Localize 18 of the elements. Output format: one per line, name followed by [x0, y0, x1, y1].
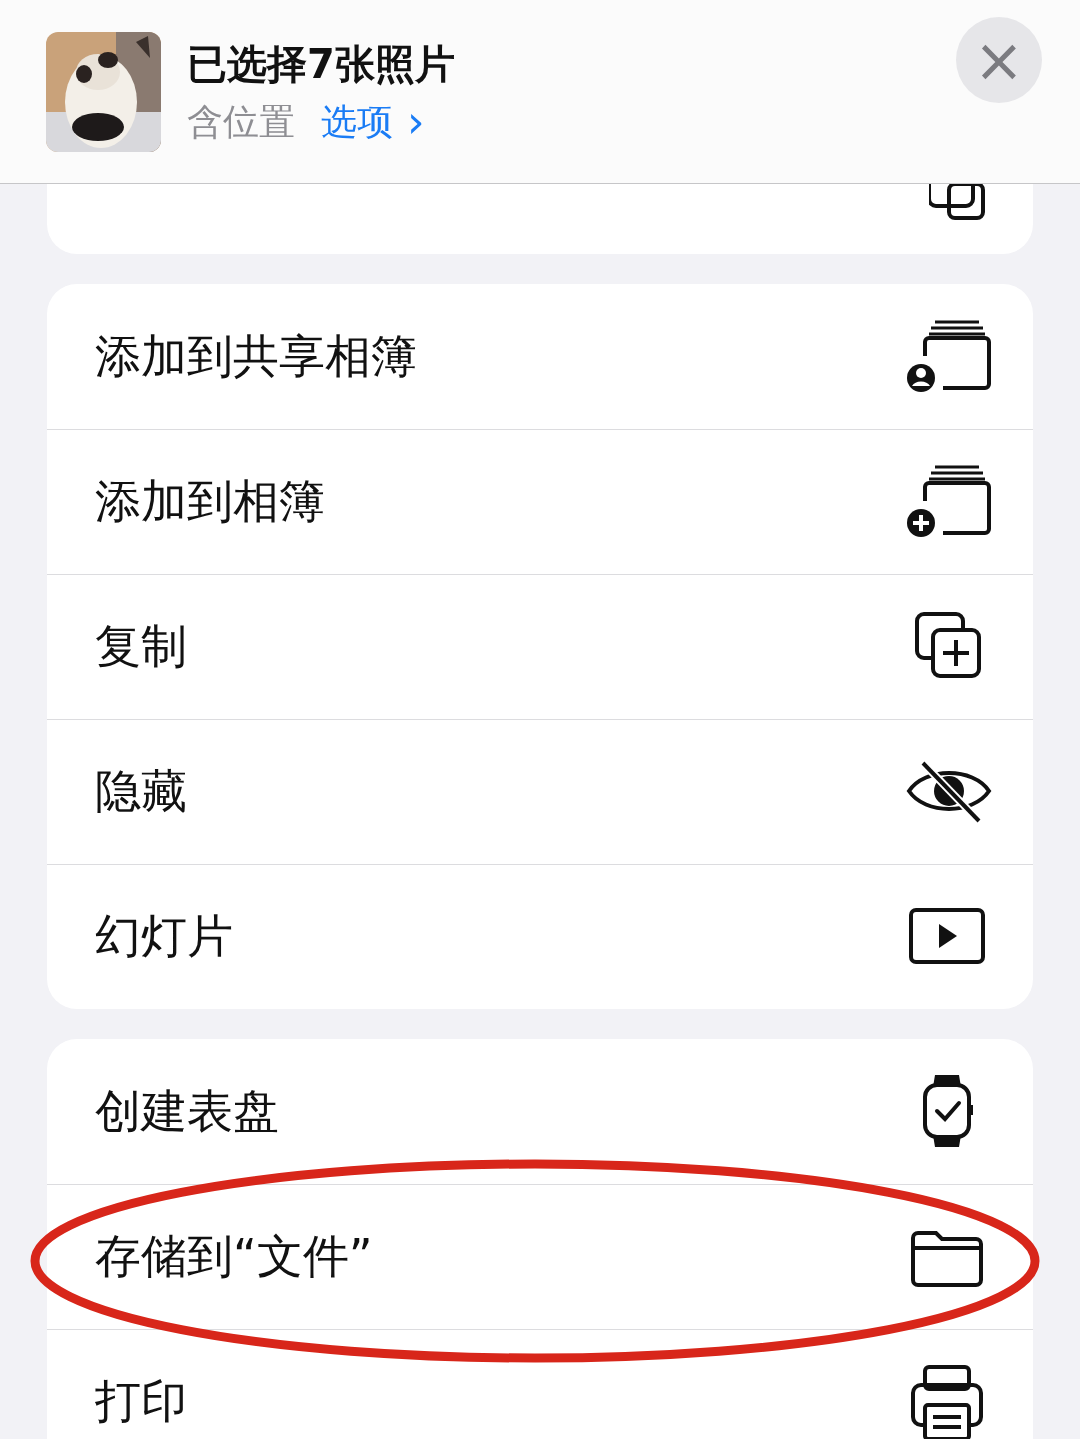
- location-note: 含位置: [187, 99, 295, 144]
- action-label: 添加到共享相簿: [95, 327, 417, 385]
- action-label: 幻灯片: [95, 908, 233, 965]
- action-row[interactable]: 隐藏: [47, 719, 1033, 864]
- options-link[interactable]: 选项 ›: [321, 97, 425, 147]
- action-row[interactable]: 添加到相簿: [47, 429, 1033, 574]
- action-row[interactable]: 创建表盘: [47, 1039, 1033, 1184]
- action-label: 添加到相簿: [95, 473, 325, 530]
- action-label: 复制: [95, 618, 187, 675]
- action-label: 创建表盘: [95, 1082, 279, 1140]
- action-row[interactable]: 复制: [47, 574, 1033, 719]
- action-label: 打印: [95, 1373, 187, 1430]
- action-label: 存储到“文件”: [95, 1228, 373, 1285]
- action-row[interactable]: 幻灯片: [47, 864, 1033, 1009]
- action-row[interactable]: 打印: [47, 1329, 1033, 1439]
- action-row[interactable]: 添加到共享相簿: [47, 284, 1033, 429]
- action-label: 隐藏: [95, 763, 187, 820]
- sheet-title: 已选择7张照片: [187, 39, 456, 89]
